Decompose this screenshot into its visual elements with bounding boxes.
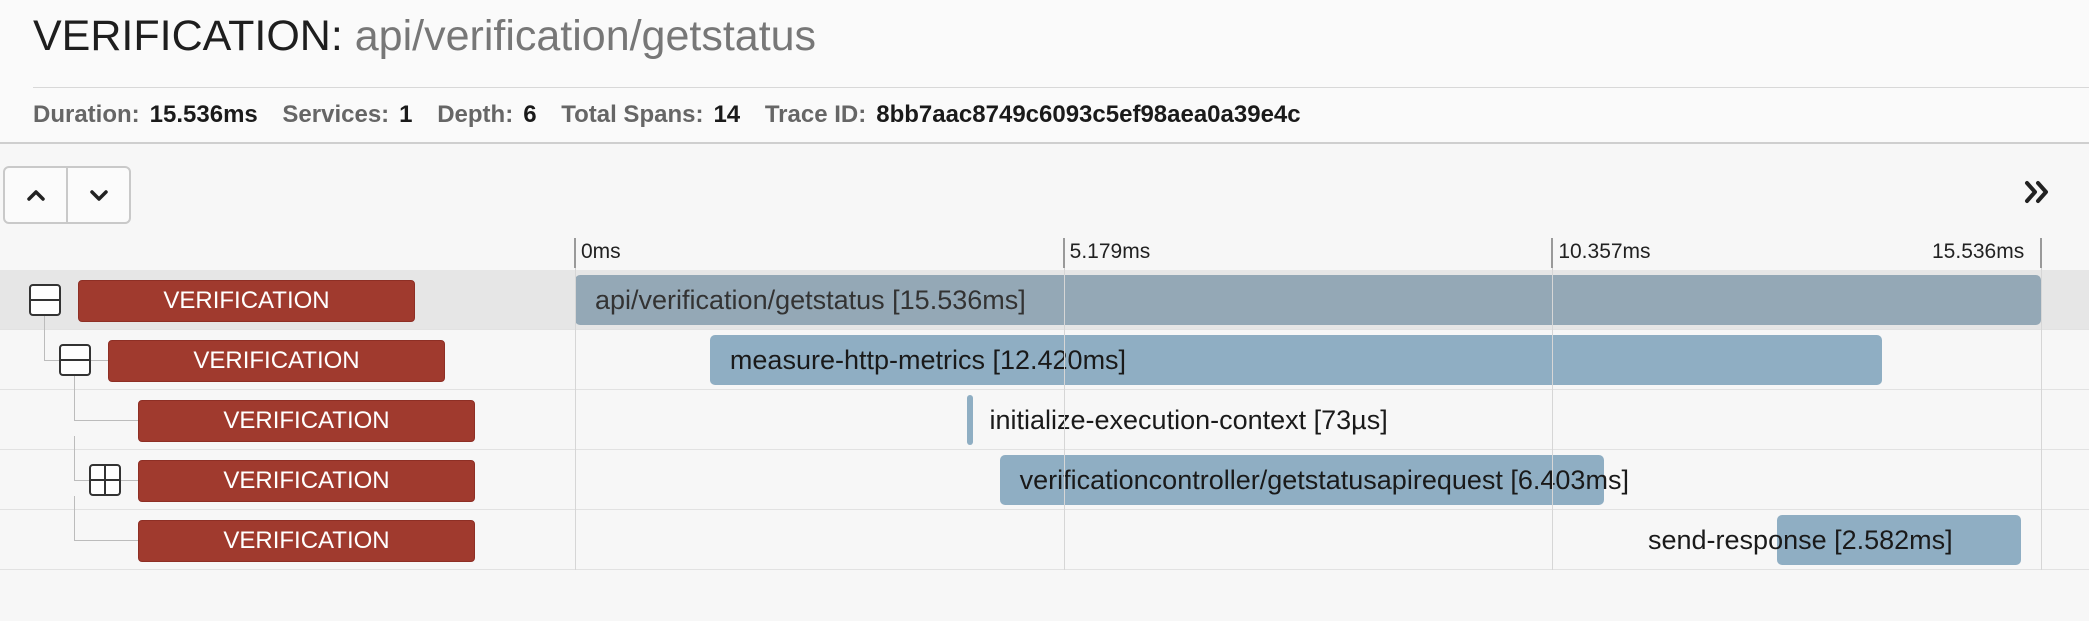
collapse-icon[interactable] xyxy=(59,344,91,376)
ruler-tick-label: 10.357ms xyxy=(1558,240,1651,263)
span-navigation xyxy=(3,166,131,224)
service-tag[interactable]: VERIFICATION xyxy=(138,400,475,442)
next-span-button[interactable] xyxy=(66,168,129,222)
row-divider xyxy=(0,569,2089,570)
span-label: api/verification/getstatus [15.536ms] xyxy=(595,285,1026,315)
timeline-gridline xyxy=(1063,268,1065,570)
chevron-down-icon xyxy=(89,190,108,201)
span-label: initialize-execution-context [73µs] xyxy=(989,405,1388,435)
ruler-tick-label: 0ms xyxy=(581,240,621,263)
ruler-tick xyxy=(1551,238,1554,268)
service-tag[interactable]: VERIFICATION xyxy=(138,460,475,502)
tree-connector xyxy=(74,420,138,421)
ruler-tick xyxy=(1062,238,1065,268)
timeline-gridline xyxy=(1552,268,1554,570)
span-label: verificationcontroller/getstatusapireque… xyxy=(1019,465,1629,495)
previous-span-button[interactable] xyxy=(5,168,66,222)
ruler-tick-label: 5.179ms xyxy=(1069,240,1151,263)
stat-trace-id-label: Trace ID: xyxy=(764,101,867,128)
trace-header: VERIFICATION: api/verification/getstatus… xyxy=(0,0,2089,144)
collapse-icon[interactable] xyxy=(29,284,61,316)
stat-depth-label: Depth: xyxy=(437,101,514,128)
title-separator: : xyxy=(330,12,343,60)
trace-stats: Duration: 15.536ms Services: 1 Depth: 6 Tot… xyxy=(33,100,1319,130)
stat-duration-label: Duration: xyxy=(33,101,140,128)
tree-connector xyxy=(74,436,75,480)
ruler-tick xyxy=(2040,238,2042,268)
stat-total-spans-label: Total Spans: xyxy=(561,101,704,128)
page-title: VERIFICATION: api/verification/getstatus xyxy=(33,10,816,62)
expand-icon[interactable] xyxy=(89,464,121,496)
header-divider xyxy=(33,87,2089,88)
stat-trace-id-value: 8bb7aac8749c6093c5ef98aea0a39e4c xyxy=(876,101,1301,128)
service-tag[interactable]: VERIFICATION xyxy=(108,340,445,382)
span-label: send-response [2.582ms] xyxy=(1648,525,1953,555)
title-operation: api/verification/getstatus xyxy=(354,12,817,60)
tree-connector xyxy=(74,540,138,541)
chevron-up-icon xyxy=(26,190,45,201)
expand-all-button[interactable] xyxy=(2018,172,2058,212)
span-label: measure-http-metrics [12.420ms] xyxy=(729,345,1127,375)
stat-services-label: Services: xyxy=(282,101,390,128)
timeline-gridline xyxy=(2041,268,2042,570)
stat-depth-value: 6 xyxy=(523,101,537,128)
stat-duration-value: 15.536ms xyxy=(149,101,258,128)
tree-connector xyxy=(74,376,75,420)
service-tag[interactable]: VERIFICATION xyxy=(78,280,415,322)
tree-connector xyxy=(74,496,75,540)
double-chevron-right-icon xyxy=(2025,181,2048,203)
stat-services-value: 1 xyxy=(399,101,413,128)
ruler-tick-label: 15.536ms xyxy=(1932,240,2025,263)
tree-connector xyxy=(44,316,45,360)
ruler-tick xyxy=(574,238,576,268)
span-bar[interactable] xyxy=(966,395,974,445)
title-service: VERIFICATION xyxy=(33,12,331,60)
service-tag[interactable]: VERIFICATION xyxy=(138,520,475,562)
stat-total-spans-value: 14 xyxy=(713,101,741,128)
timeline-gridline xyxy=(575,268,576,570)
